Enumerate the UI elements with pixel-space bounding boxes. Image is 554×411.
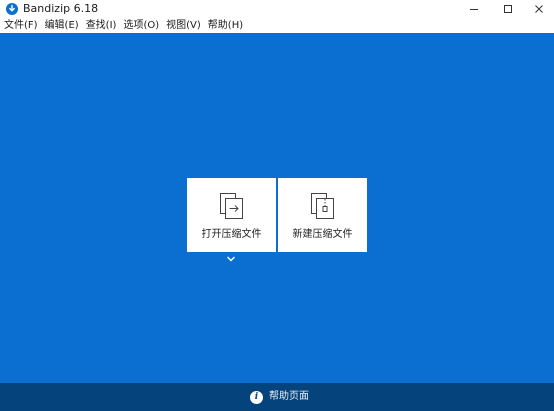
menu-edit[interactable]: 编辑(E) xyxy=(42,18,82,33)
menu-find[interactable]: 查找(I) xyxy=(83,18,120,33)
title-bar: Bandizip 6.18 xyxy=(0,0,554,18)
menu-file[interactable]: 文件(F) xyxy=(1,18,41,33)
menu-options[interactable]: 选项(O) xyxy=(120,18,162,33)
maximize-button[interactable] xyxy=(493,0,523,18)
main-area: 打开压缩文件 新建压缩文件 xyxy=(0,33,554,383)
help-page-label: 帮助页面 xyxy=(269,391,309,402)
open-archive-button[interactable]: 打开压缩文件 xyxy=(187,178,276,252)
info-icon: i xyxy=(250,390,263,404)
close-button[interactable] xyxy=(524,0,554,18)
new-archive-button[interactable]: 新建压缩文件 xyxy=(278,178,367,252)
minimize-button[interactable] xyxy=(459,0,489,18)
window-title: Bandizip 6.18 xyxy=(23,2,99,15)
new-archive-label: 新建压缩文件 xyxy=(292,229,353,240)
maximize-icon xyxy=(504,5,512,13)
menu-bar: 文件(F) 编辑(E) 查找(I) 选项(O) 视图(V) 帮助(H) xyxy=(0,18,554,33)
minimize-icon xyxy=(470,9,478,10)
chevron-down-icon[interactable] xyxy=(225,255,237,263)
new-archive-icon xyxy=(311,193,334,219)
menu-help[interactable]: 帮助(H) xyxy=(205,18,246,33)
open-archive-icon xyxy=(220,193,243,219)
close-icon xyxy=(535,5,543,13)
bandizip-app-icon[interactable] xyxy=(6,3,18,15)
open-archive-label: 打开压缩文件 xyxy=(201,229,262,240)
footer-bar: i 帮助页面 xyxy=(0,383,554,411)
help-page-link[interactable]: i 帮助页面 xyxy=(250,390,309,404)
menu-view[interactable]: 视图(V) xyxy=(163,18,204,33)
